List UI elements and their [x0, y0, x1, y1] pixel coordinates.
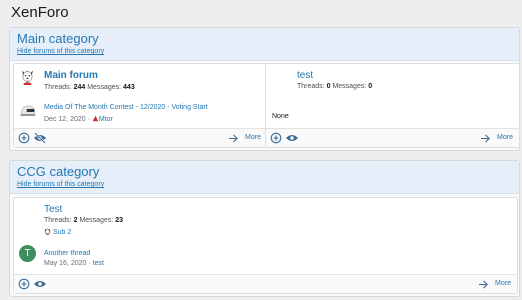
subforum-dog-icon: [44, 228, 51, 235]
eye-slash-icon[interactable]: [33, 132, 47, 144]
forum-title[interactable]: Test: [44, 204, 62, 215]
forum-card-footer: More: [14, 274, 517, 293]
app-title: XenForo: [11, 4, 69, 21]
plus-circle-icon[interactable]: [18, 132, 30, 144]
category-ccg: CCG category Hide forums of this categor…: [9, 160, 520, 297]
hide-forums-link[interactable]: Hide forums of this category: [17, 180, 512, 189]
last-post-avatar[interactable]: T: [19, 245, 36, 262]
forum-title[interactable]: Main forum: [44, 70, 98, 81]
last-post-date[interactable]: May 16, 2020: [44, 260, 86, 267]
last-post-meta: May 16, 2020 · test: [44, 260, 104, 267]
plus-circle-icon[interactable]: [18, 278, 30, 290]
arrow-right-icon: [229, 134, 238, 142]
eye-icon[interactable]: [285, 132, 299, 144]
forum-card-footer: More: [14, 128, 267, 147]
last-post-avatar-helmet-icon: [20, 105, 36, 116]
forum-avatar-dog-icon: [22, 70, 33, 85]
last-post-user[interactable]: test: [93, 260, 104, 267]
category-title[interactable]: CCG category: [17, 164, 512, 179]
forum-stats: Threads: 0 Messages: 0: [297, 83, 373, 90]
last-post-title[interactable]: Another thread: [44, 250, 90, 257]
more-link[interactable]: More: [480, 132, 513, 144]
category-header: Main category Hide forums of this catego…: [10, 28, 519, 61]
forum-card-test-ccg: Test Threads: 2 Messages: 23 Sub 2 T Ano…: [13, 197, 518, 294]
arrow-right-icon: [481, 134, 490, 142]
hide-forums-link[interactable]: Hide forums of this category: [17, 47, 512, 56]
more-link[interactable]: More: [228, 132, 261, 144]
forum-card-main-forum: Main forum Threads: 244 Messages: 443 Me…: [13, 63, 268, 148]
forum-stats: Threads: 244 Messages: 443: [44, 84, 135, 91]
arrow-right-icon: [479, 280, 488, 288]
eye-icon[interactable]: [33, 278, 47, 290]
category-header: CCG category Hide forums of this categor…: [10, 161, 519, 194]
subforum-link[interactable]: Sub 2: [44, 228, 71, 236]
forum-card-footer: More: [266, 128, 519, 147]
plus-circle-icon[interactable]: [270, 132, 282, 144]
category-title[interactable]: Main category: [17, 31, 512, 46]
more-link[interactable]: More: [478, 278, 511, 290]
last-post-date[interactable]: Dec 12, 2020: [44, 116, 86, 123]
forum-stats: Threads: 2 Messages: 23: [44, 217, 124, 224]
forum-title[interactable]: test: [297, 70, 313, 81]
forum-card-test: test Threads: 0 Messages: 0 None More: [265, 63, 520, 148]
last-post-user[interactable]: Mtor: [99, 116, 113, 123]
category-main: Main category Hide forums of this catego…: [9, 27, 520, 151]
last-post-title[interactable]: Media Of The Month Contest - 12/2020 - V…: [44, 104, 208, 111]
last-post-none: None: [272, 113, 289, 120]
user-mini-avatar-icon: [92, 115, 99, 122]
last-post-meta: Dec 12, 2020 · Mtor: [44, 115, 113, 123]
